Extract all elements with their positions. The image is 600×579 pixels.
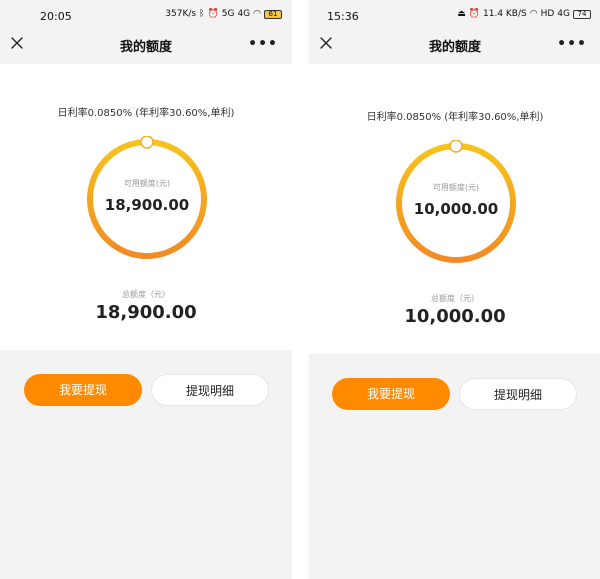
available-label: 可用额度(元) [432, 183, 480, 192]
available-label: 可用额度(元) [123, 179, 171, 188]
credit-ring: 可用额度(元) 10,000.00 [393, 140, 519, 266]
network-speed: 11.4 KB/S [483, 9, 527, 19]
more-icon[interactable]: ••• [557, 36, 587, 52]
status-indicators: ⏏ ⏰ 11.4 KB/S ◠ HD 4G 74 [457, 9, 591, 19]
network-speed: 357K/s [165, 9, 197, 19]
phone-screen-left: 20:05 357K/s ᛒ ⏰ 5G 4G ◠ 61 我的额度 ••• 日利率… [0, 0, 292, 579]
nav-bar: 我的额度 ••• [309, 32, 600, 64]
bell-icon: ⏏ [457, 9, 466, 19]
interest-rate-text: 日利率0.0850% (年利率30.60%,单利) [366, 112, 544, 123]
total-value: 10,000.00 [404, 306, 506, 327]
signal-4g: 4G [557, 9, 570, 19]
signal-5g: 5G [221, 9, 235, 19]
total-label: 总额度（元） [122, 290, 170, 299]
wifi-icon: ◠ [253, 9, 261, 19]
available-value: 10,000.00 [413, 200, 499, 218]
comparison-canvas: 20:05 357K/s ᛒ ⏰ 5G 4G ◠ 61 我的额度 ••• 日利率… [0, 0, 600, 579]
status-bar: 20:05 357K/s ᛒ ⏰ 5G 4G ◠ 61 [0, 0, 292, 32]
battery-icon: 61 [264, 9, 282, 19]
withdraw-details-button[interactable]: 提现明细 [151, 374, 269, 406]
total-value: 18,900.00 [95, 302, 197, 323]
withdraw-details-button[interactable]: 提现明细 [459, 378, 577, 410]
alarm-icon: ⏰ [468, 9, 480, 19]
withdraw-button[interactable]: 我要提现 [332, 378, 450, 410]
status-time: 15:36 [327, 10, 359, 23]
available-value: 18,900.00 [104, 196, 190, 214]
signal-4g: 4G [237, 9, 251, 19]
credit-card-panel: 日利率0.0850% (年利率30.60%,单利) 可用额度(元) 18,900… [0, 64, 292, 350]
total-label: 总额度（元） [431, 294, 479, 303]
credit-card-panel: 日利率0.0850% (年利率30.60%,单利) 可用额度(元) 10,000… [309, 64, 600, 354]
ring-knob [140, 136, 154, 149]
wifi-icon: ◠ [529, 9, 538, 19]
interest-rate-text: 日利率0.0850% (年利率30.60%,单利) [57, 108, 235, 119]
ring-knob [449, 140, 463, 153]
status-time: 20:05 [40, 10, 72, 23]
status-indicators: 357K/s ᛒ ⏰ 5G 4G ◠ 61 [165, 9, 282, 19]
signal-hd: HD [540, 9, 555, 19]
withdraw-button[interactable]: 我要提现 [24, 374, 142, 406]
battery-icon: 74 [573, 9, 591, 19]
bluetooth-icon: ᛒ [199, 9, 205, 19]
status-bar: 15:36 ⏏ ⏰ 11.4 KB/S ◠ HD 4G 74 [309, 0, 600, 32]
credit-ring: 可用额度(元) 18,900.00 [84, 136, 210, 262]
alarm-icon: ⏰ [207, 9, 219, 19]
nav-bar: 我的额度 ••• [0, 32, 292, 64]
phone-screen-right: 15:36 ⏏ ⏰ 11.4 KB/S ◠ HD 4G 74 我的额度 ••• … [309, 0, 600, 579]
more-icon[interactable]: ••• [248, 36, 278, 52]
